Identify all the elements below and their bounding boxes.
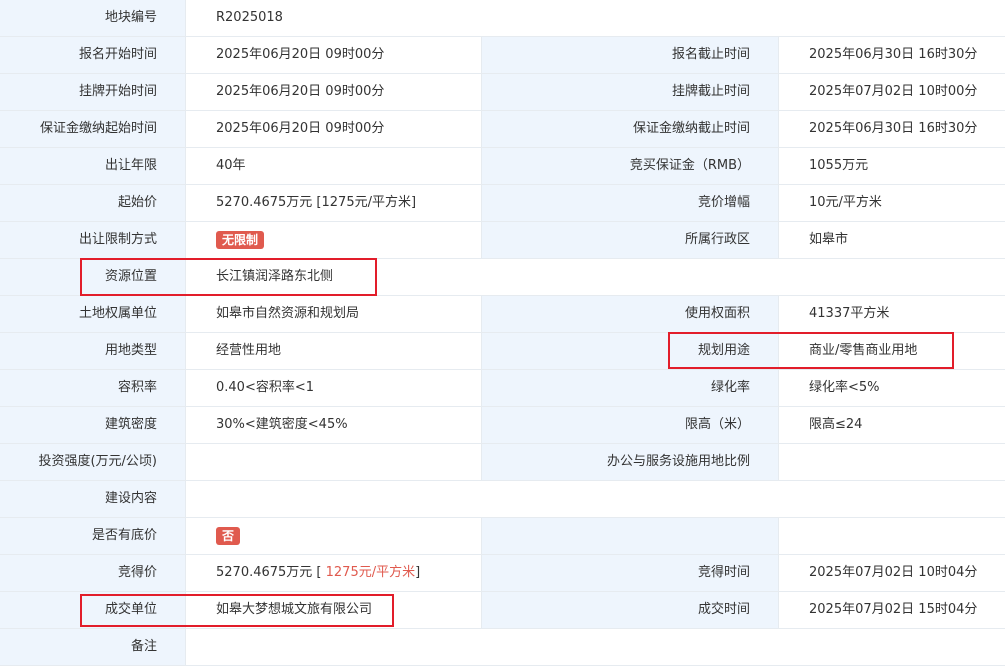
restriction-badge: 无限制 — [216, 230, 265, 249]
label-transfer-term: 出让年限 — [0, 148, 185, 184]
winning-unit-price: 1275元/平方米 — [325, 565, 416, 580]
label-deal-unit: 成交单位 — [0, 592, 185, 628]
reserve-price-badge: 否 — [216, 526, 241, 545]
label-start-price: 起始价 — [0, 185, 185, 221]
label-listing-start: 挂牌开始时间 — [0, 74, 185, 110]
label-winning-time: 竞得时间 — [481, 555, 778, 591]
row-construction-content: 建设内容 — [0, 481, 1005, 518]
label-remarks: 备注 — [0, 629, 185, 665]
value-land-type: 经营性用地 — [185, 333, 481, 369]
value-green-ratio: 绿化率<5% — [778, 370, 1005, 406]
value-height-limit: 限高≤24 — [778, 407, 1005, 443]
value-restriction-method: 无限制 — [185, 222, 481, 258]
value-transfer-term: 40年 — [185, 148, 481, 184]
value-office-ratio — [778, 444, 1005, 480]
value-planned-use: 商业/零售商业用地 — [778, 333, 1005, 369]
row-term-deposit: 出让年限 40年 竞买保证金（RMB） 1055万元 — [0, 148, 1005, 185]
row-owner-area: 土地权属单位 如皋市自然资源和规划局 使用权面积 41337平方米 — [0, 296, 1005, 333]
label-building-density: 建筑密度 — [0, 407, 185, 443]
value-plot-ratio: 0.40<容积率<1 — [185, 370, 481, 406]
label-reserve-price: 是否有底价 — [0, 518, 185, 554]
row-start-price: 起始价 5270.4675万元 [1275元/平方米] 竞价增幅 10元/平方米 — [0, 185, 1005, 222]
value-bid-deposit: 1055万元 — [778, 148, 1005, 184]
label-registration-start: 报名开始时间 — [0, 37, 185, 73]
value-registration-end: 2025年06月30日 16时30分 — [778, 37, 1005, 73]
label-deal-time: 成交时间 — [481, 592, 778, 628]
label-land-owner: 土地权属单位 — [0, 296, 185, 332]
label-bid-increment: 竞价增幅 — [481, 185, 778, 221]
row-deal-unit: 成交单位 如皋大梦想城文旅有限公司 成交时间 2025年07月02日 15时04… — [0, 592, 1005, 629]
value-construction-content — [185, 481, 1005, 517]
value-registration-start: 2025年06月20日 09时00分 — [185, 37, 481, 73]
value-winning-price: 5270.4675万元 [ 1275元/平方米] — [185, 555, 481, 591]
label-bid-deposit: 竞买保证金（RMB） — [481, 148, 778, 184]
label-registration-end: 报名截止时间 — [481, 37, 778, 73]
value-deal-unit: 如皋大梦想城文旅有限公司 — [185, 592, 481, 628]
label-empty-1 — [481, 518, 778, 554]
value-use-area: 41337平方米 — [778, 296, 1005, 332]
row-resource-location: 资源位置 长江镇润泽路东北侧 — [0, 259, 1005, 296]
row-deposit-time: 保证金缴纳起始时间 2025年06月20日 09时00分 保证金缴纳截止时间 2… — [0, 111, 1005, 148]
value-remarks — [185, 629, 1005, 665]
value-district: 如皋市 — [778, 222, 1005, 258]
row-remarks: 备注 — [0, 629, 1005, 666]
value-empty-1 — [778, 518, 1005, 554]
label-parcel-number: 地块编号 — [0, 0, 185, 36]
land-info-table: 地块编号 R2025018 报名开始时间 2025年06月20日 09时00分 … — [0, 0, 1005, 666]
value-deposit-end: 2025年06月30日 16时30分 — [778, 111, 1005, 147]
row-reserve-price: 是否有底价 否 — [0, 518, 1005, 555]
value-reserve-price: 否 — [185, 518, 481, 554]
value-land-owner: 如皋市自然资源和规划局 — [185, 296, 481, 332]
value-deposit-start: 2025年06月20日 09时00分 — [185, 111, 481, 147]
row-parcel-number: 地块编号 R2025018 — [0, 0, 1005, 37]
value-winning-time: 2025年07月02日 10时04分 — [778, 555, 1005, 591]
winning-price-bracket: ] — [415, 565, 421, 580]
value-deal-time: 2025年07月02日 15时04分 — [778, 592, 1005, 628]
row-investment-office: 投资强度(万元/公顷) 办公与服务设施用地比例 — [0, 444, 1005, 481]
label-deposit-end: 保证金缴纳截止时间 — [481, 111, 778, 147]
value-listing-start: 2025年06月20日 09时00分 — [185, 74, 481, 110]
row-restriction-district: 出让限制方式 无限制 所属行政区 如皋市 — [0, 222, 1005, 259]
label-construction-content: 建设内容 — [0, 481, 185, 517]
label-office-ratio: 办公与服务设施用地比例 — [481, 444, 778, 480]
label-green-ratio: 绿化率 — [481, 370, 778, 406]
label-winning-price: 竞得价 — [0, 555, 185, 591]
row-land-type-purpose: 用地类型 经营性用地 规划用途 商业/零售商业用地 — [0, 333, 1005, 370]
value-bid-increment: 10元/平方米 — [778, 185, 1005, 221]
label-planned-use: 规划用途 — [481, 333, 778, 369]
label-height-limit: 限高（米） — [481, 407, 778, 443]
value-listing-end: 2025年07月02日 10时00分 — [778, 74, 1005, 110]
label-plot-ratio: 容积率 — [0, 370, 185, 406]
value-parcel-number: R2025018 — [185, 0, 1005, 36]
winning-price-total: 5270.4675万元 [ — [216, 565, 326, 580]
label-investment-intensity: 投资强度(万元/公顷) — [0, 444, 185, 480]
value-investment-intensity — [185, 444, 481, 480]
label-use-area: 使用权面积 — [481, 296, 778, 332]
label-restriction-method: 出让限制方式 — [0, 222, 185, 258]
value-building-density: 30%<建筑密度<45% — [185, 407, 481, 443]
label-deposit-start: 保证金缴纳起始时间 — [0, 111, 185, 147]
label-land-type: 用地类型 — [0, 333, 185, 369]
row-registration-time: 报名开始时间 2025年06月20日 09时00分 报名截止时间 2025年06… — [0, 37, 1005, 74]
label-listing-end: 挂牌截止时间 — [481, 74, 778, 110]
row-density-height: 建筑密度 30%<建筑密度<45% 限高（米） 限高≤24 — [0, 407, 1005, 444]
label-district: 所属行政区 — [481, 222, 778, 258]
row-listing-time: 挂牌开始时间 2025年06月20日 09时00分 挂牌截止时间 2025年07… — [0, 74, 1005, 111]
value-resource-location: 长江镇润泽路东北侧 — [185, 259, 1005, 295]
row-winning-price: 竞得价 5270.4675万元 [ 1275元/平方米] 竞得时间 2025年0… — [0, 555, 1005, 592]
value-start-price: 5270.4675万元 [1275元/平方米] — [185, 185, 481, 221]
label-resource-location: 资源位置 — [0, 259, 185, 295]
row-plot-ratio-green: 容积率 0.40<容积率<1 绿化率 绿化率<5% — [0, 370, 1005, 407]
